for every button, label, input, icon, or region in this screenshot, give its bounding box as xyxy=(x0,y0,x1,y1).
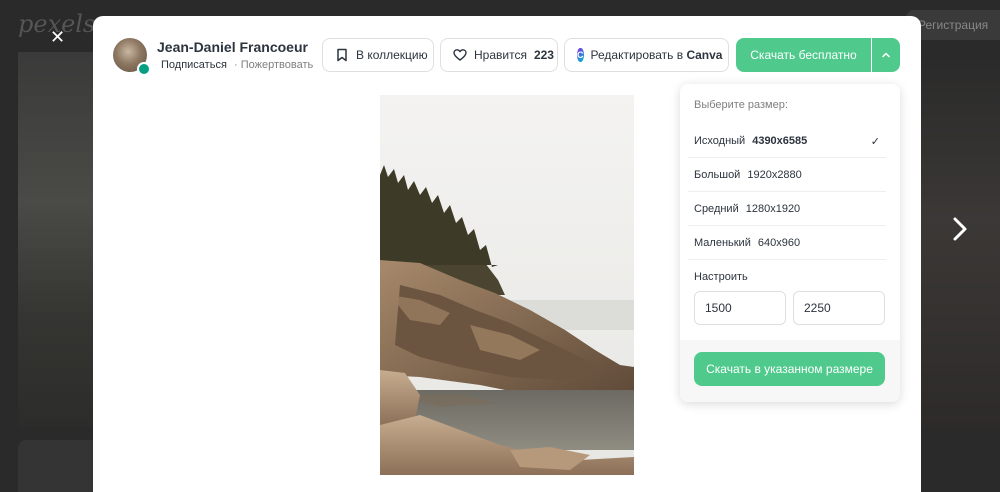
size-option-dims: 1920x2880 xyxy=(747,169,802,181)
custom-height-input[interactable] xyxy=(793,291,885,325)
size-dropdown-heading: Выберите размер: xyxy=(694,99,788,111)
size-option-name: Исходный xyxy=(694,135,746,147)
checkmark-icon: ✓ xyxy=(870,136,880,148)
donate-link[interactable]: · Пожертвовать xyxy=(234,59,313,71)
chevron-right-icon[interactable] xyxy=(952,216,968,246)
size-option-small[interactable]: Маленький 640x960 xyxy=(688,227,886,260)
like-label: Нравится xyxy=(474,48,527,62)
background-photo-left xyxy=(18,52,94,427)
main-photo[interactable] xyxy=(380,95,634,475)
like-button[interactable]: Нравится 223 xyxy=(440,38,558,72)
size-option-dims: 640x960 xyxy=(757,237,801,249)
edit-in-canva-label: Редактировать в Canva xyxy=(590,48,723,62)
like-count: 223 xyxy=(533,48,554,62)
verified-badge-icon xyxy=(137,62,151,76)
size-option-original[interactable]: Исходный 4390x6585 ✓ xyxy=(688,125,886,158)
follow-link[interactable]: Подписаться xyxy=(161,59,227,71)
size-option-dims: 1280x1920 xyxy=(745,203,801,215)
custom-size-label: Настроить xyxy=(694,271,748,283)
author-name[interactable]: Jean-Daniel Francoeur xyxy=(157,39,308,55)
chevron-up-icon xyxy=(882,52,890,58)
size-option-medium[interactable]: Средний 1280x1920 xyxy=(688,193,886,226)
size-option-dims: 4390x6585 xyxy=(752,135,808,147)
size-option-name: Маленький xyxy=(694,237,751,249)
heart-icon xyxy=(453,49,467,61)
download-free-button[interactable]: Скачать бесплатно xyxy=(736,38,871,72)
bookmark-icon xyxy=(337,48,347,62)
add-to-collection-label: В коллекцию xyxy=(356,48,428,62)
size-dropdown: Выберите размер: Исходный 4390x6585 ✓ Бо… xyxy=(680,84,900,402)
close-icon[interactable]: ✕ xyxy=(50,28,65,46)
canva-logo-icon: C xyxy=(577,48,584,62)
size-option-name: Средний xyxy=(694,203,739,215)
size-option-large[interactable]: Большой 1920x2880 xyxy=(688,159,886,192)
download-custom-size-button[interactable]: Скачать в указанном размере xyxy=(694,352,885,386)
edit-in-canva-button[interactable]: C Редактировать в Canva xyxy=(564,38,729,72)
photo-modal: Jean-Daniel Francoeur Подписаться · Поже… xyxy=(93,16,921,492)
custom-width-input[interactable] xyxy=(694,291,786,325)
add-to-collection-button[interactable]: В коллекцию xyxy=(322,38,434,72)
background-photo-left-lower xyxy=(18,440,94,492)
size-option-name: Большой xyxy=(694,169,741,181)
download-options-toggle[interactable] xyxy=(872,38,900,72)
